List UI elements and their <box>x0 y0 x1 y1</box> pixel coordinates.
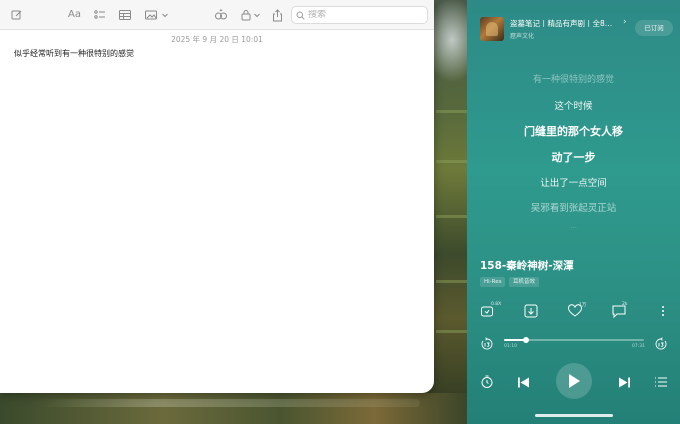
audio-effect-badge[interactable]: 耳机音效 <box>509 277 540 287</box>
collaborate-icon <box>215 9 227 20</box>
subscribe-button[interactable]: 已订阅 <box>635 20 673 36</box>
wallpaper-foreground <box>0 393 468 424</box>
speed-badge: 0.8X <box>491 302 502 307</box>
compose-icon <box>11 10 22 20</box>
next-track-button[interactable] <box>618 374 631 393</box>
lyric-line[interactable]: 吴邪看到张起灵正站 <box>467 200 680 214</box>
format-button[interactable]: Aa <box>68 7 81 23</box>
share-button[interactable] <box>272 7 283 23</box>
lyric-line[interactable]: 有一种很特别的感觉 <box>467 72 680 85</box>
more-button[interactable] <box>655 303 671 319</box>
playlist-button[interactable] <box>654 374 668 393</box>
checklist-button[interactable] <box>94 7 106 23</box>
lyric-line-current[interactable]: 门缝里的那个女人移 <box>467 123 680 139</box>
wallpaper-detail <box>436 110 468 113</box>
forward-15-button[interactable] <box>654 336 668 350</box>
lyric-line[interactable]: 让出了一点空间 <box>467 175 680 189</box>
collaborate-button[interactable] <box>214 7 228 23</box>
chevron-down-icon <box>254 13 260 18</box>
rewind-15-icon <box>481 337 493 350</box>
share-icon <box>273 8 282 21</box>
album-title[interactable]: 盗墓笔记丨精品有声剧丨全8… <box>510 18 626 29</box>
download-icon <box>524 304 538 318</box>
media-button[interactable] <box>145 7 169 23</box>
lyric-line[interactable]: 这个时候 <box>467 98 680 112</box>
chevron-down-icon <box>162 13 168 18</box>
lyric-line[interactable]: … <box>467 222 680 230</box>
lock-icon <box>241 10 251 21</box>
table-button[interactable] <box>119 7 131 23</box>
playlist-icon <box>655 377 667 387</box>
play-icon <box>569 374 580 388</box>
sleep-timer-button[interactable] <box>480 374 494 393</box>
search-field[interactable] <box>291 6 428 24</box>
wallpaper-detail <box>436 330 468 333</box>
skip-previous-icon <box>518 377 529 388</box>
wallpaper-detail <box>436 160 468 163</box>
photo-icon <box>145 10 157 20</box>
note-date: 2025 年 9 月 20 日 10:01 <box>171 35 263 44</box>
checklist-icon <box>94 10 105 19</box>
lyric-line-current[interactable]: 动了一步 <box>467 149 680 165</box>
total-time: 07:31 <box>632 344 645 349</box>
chevron-right-icon: › <box>623 17 627 27</box>
progress-bar[interactable] <box>504 337 644 343</box>
track-title: 158-秦岭神树-深潭 <box>480 260 574 272</box>
audio-player-panel: 盗墓笔记丨精品有声剧丨全8… › 窟声文化 已订阅 有一种很特别的感觉 这个时候… <box>467 0 680 424</box>
timer-icon <box>481 375 493 388</box>
compose-button[interactable] <box>11 7 23 23</box>
home-indicator[interactable] <box>535 414 613 417</box>
more-vertical-icon <box>662 306 664 316</box>
current-time: 01:10 <box>504 344 517 349</box>
wallpaper-detail <box>436 280 468 283</box>
rewind-15-button[interactable] <box>480 336 494 350</box>
table-icon <box>119 10 131 20</box>
notes-window: Aa 搜索 2025 年 9 月 20 日 10:01 似乎经常听到有一种很特别… <box>0 0 434 393</box>
comment-count: 2k <box>622 302 628 307</box>
album-publisher: 窟声文化 <box>510 33 535 40</box>
like-count: 1万 <box>579 303 587 308</box>
note-body-text[interactable]: 似乎经常听到有一种很特别的感觉 <box>14 48 134 59</box>
album-cover[interactable] <box>480 17 504 41</box>
hires-badge[interactable]: Hi-Res <box>480 277 506 287</box>
lock-button[interactable] <box>241 7 261 23</box>
progress-handle[interactable] <box>523 337 530 343</box>
search-input[interactable] <box>308 10 418 20</box>
previous-track-button[interactable] <box>517 374 530 393</box>
forward-15-icon <box>655 337 667 350</box>
play-button[interactable] <box>556 363 592 399</box>
wallpaper-detail <box>436 215 468 218</box>
notes-toolbar: Aa <box>0 0 434 30</box>
search-icon <box>296 11 305 20</box>
download-button[interactable] <box>523 303 539 319</box>
skip-next-icon <box>619 377 630 388</box>
